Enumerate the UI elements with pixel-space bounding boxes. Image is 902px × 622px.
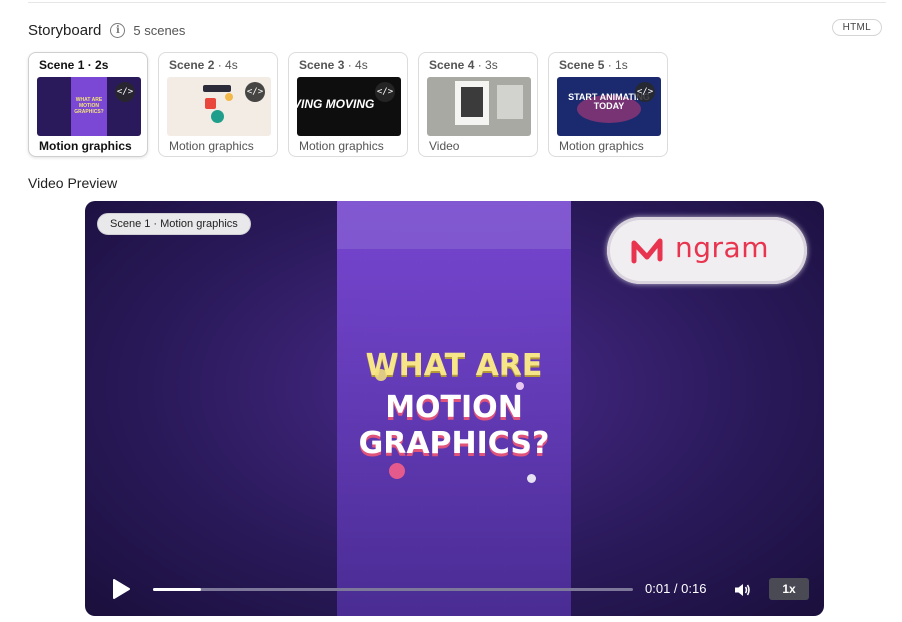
- scene-card-3[interactable]: Scene 3 · 4s VING MOVING </> Motion grap…: [288, 52, 408, 157]
- thumb-shape: [203, 85, 231, 92]
- play-icon[interactable]: [111, 578, 131, 600]
- video-top-strip: [337, 201, 571, 249]
- thumb-text: VING MOVING: [297, 97, 375, 111]
- html-badge[interactable]: HTML: [831, 19, 882, 36]
- scene-type: Motion graphics: [299, 139, 384, 153]
- video-title-line-1: WHAT ARE: [365, 348, 543, 383]
- scene-duration: · 4s: [217, 58, 238, 72]
- thumb-shape: [225, 93, 233, 101]
- scene-label: Scene 5: [559, 58, 605, 72]
- ngram-logo: ngram: [607, 217, 807, 284]
- storyboard-title: Storyboard: [28, 21, 102, 39]
- scene-label: Scene 1: [39, 58, 85, 72]
- thumb-text: WHAT ARE MOTION GRAPHICS?: [74, 97, 104, 115]
- scene-card-header: Scene 3 · 4s: [299, 58, 368, 72]
- scene-duration: · 2s: [87, 58, 109, 72]
- top-divider: [28, 2, 886, 3]
- scene-card-header: Scene 1 · 2s: [39, 58, 108, 72]
- decor-dot: [389, 463, 405, 479]
- scene-duration: · 3s: [477, 58, 498, 72]
- scene-thumbnail: </>: [167, 77, 271, 136]
- decor-dot: [375, 369, 387, 381]
- playback-speed-button[interactable]: 1x: [769, 578, 809, 600]
- scene-card-5[interactable]: Scene 5 · 1s START ANIMATING TODAY </> M…: [548, 52, 668, 157]
- video-player[interactable]: Scene 1 · Motion graphics ngram WHAT ARE…: [85, 201, 824, 616]
- decor-dot: [527, 474, 536, 483]
- thumb-shape: [211, 110, 224, 123]
- scene-type: Motion graphics: [39, 139, 132, 153]
- storyboard-header: Storyboard i 5 scenes HTML: [28, 19, 886, 41]
- video-title-line-3: GRAPHICS?: [358, 426, 550, 461]
- scene-cards: Scene 1 · 2s WHAT ARE MOTION GRAPHICS? <…: [28, 52, 668, 157]
- volume-icon[interactable]: [733, 581, 751, 599]
- scene-card-4[interactable]: Scene 4 · 3s Video: [418, 52, 538, 157]
- scene-label: Scene 2: [169, 58, 215, 72]
- scene-card-1[interactable]: Scene 1 · 2s WHAT ARE MOTION GRAPHICS? <…: [28, 52, 148, 157]
- code-icon[interactable]: </>: [635, 82, 655, 102]
- code-icon[interactable]: </>: [115, 82, 135, 102]
- logo-text: ngram: [675, 231, 769, 264]
- decor-dot: [516, 382, 524, 390]
- progress-fill: [153, 588, 201, 591]
- scene-thumbnail: START ANIMATING TODAY </>: [557, 77, 661, 136]
- ngram-logo-icon: [631, 238, 663, 264]
- player-controls: 0:01 / 0:16 1x: [85, 566, 824, 616]
- scene-thumbnail: WHAT ARE MOTION GRAPHICS? </>: [37, 77, 141, 136]
- scene-card-header: Scene 5 · 1s: [559, 58, 628, 72]
- scene-thumbnail: [427, 77, 531, 136]
- video-preview-label: Video Preview: [28, 175, 118, 191]
- time-display: 0:01 / 0:16: [645, 581, 707, 596]
- scene-label: Scene 3: [299, 58, 345, 72]
- video-title-line-2: MOTION: [385, 390, 523, 425]
- scene-type: Video: [429, 139, 460, 153]
- progress-bar[interactable]: [153, 588, 633, 591]
- scene-card-header: Scene 4 · 3s: [429, 58, 498, 72]
- thumb-shape: [205, 98, 216, 109]
- scene-thumbnail: VING MOVING </>: [297, 77, 401, 136]
- scene-tag: Scene 1 · Motion graphics: [97, 213, 251, 235]
- code-icon[interactable]: </>: [375, 82, 395, 102]
- scene-label: Scene 4: [429, 58, 475, 72]
- scene-type: Motion graphics: [169, 139, 254, 153]
- scene-duration: · 1s: [607, 58, 628, 72]
- info-icon[interactable]: i: [110, 22, 126, 38]
- thumb-photo: [461, 87, 483, 117]
- scene-card-2[interactable]: Scene 2 · 4s </> Motion graphics: [158, 52, 278, 157]
- scene-count: 5 scenes: [133, 22, 186, 38]
- code-icon[interactable]: </>: [245, 82, 265, 102]
- thumb-frame: [497, 85, 523, 119]
- scene-type: Motion graphics: [559, 139, 644, 153]
- scene-card-header: Scene 2 · 4s: [169, 58, 238, 72]
- scene-duration: · 4s: [347, 58, 368, 72]
